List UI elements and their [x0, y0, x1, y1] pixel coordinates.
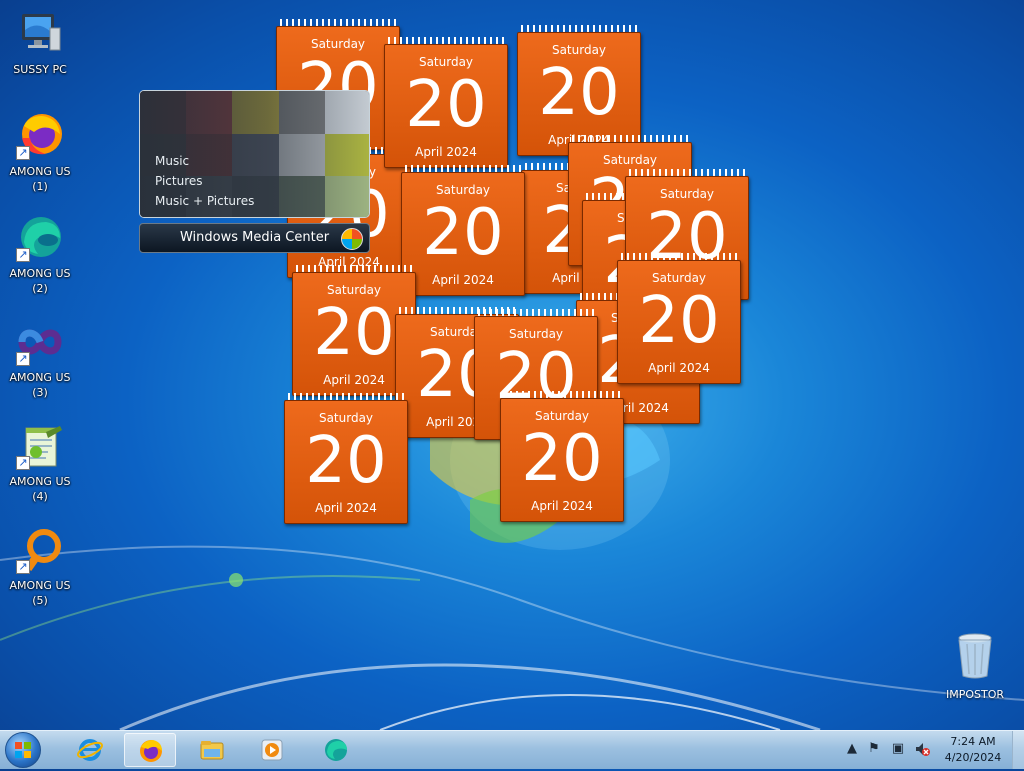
- notepad-icon: ↗: [16, 422, 64, 470]
- calendar-date: 20: [521, 422, 603, 496]
- calendar-date: 20: [538, 56, 620, 130]
- edge-icon: [325, 739, 347, 761]
- calendar-date: 20: [305, 424, 387, 498]
- desktop-icon-label: AMONG US (4): [9, 475, 71, 503]
- desktop-icon-label: SUSSY PC: [13, 63, 67, 76]
- taskbar: ▲ ⚑ ▣ 7:24 AM 4/20/2024: [0, 730, 1024, 769]
- desktop-icon-among-us-4[interactable]: ↗ AMONG US (4): [2, 422, 78, 504]
- firefox-icon: [140, 740, 162, 762]
- show-desktop-button[interactable]: [1012, 731, 1024, 769]
- desktop-icon-label: AMONG US (2): [9, 267, 71, 295]
- calendar-day: Saturday: [534, 409, 590, 423]
- desktop-icon-label: AMONG US (3): [9, 371, 71, 399]
- recycle-bin-icon: [958, 633, 992, 679]
- show-hidden-icons[interactable]: ▲: [844, 741, 860, 757]
- calendar-day: Saturday: [602, 153, 658, 167]
- windows-orb-icon: [341, 228, 363, 250]
- media-center-title-bar[interactable]: Windows Media Center: [139, 223, 370, 253]
- media-center-gadget[interactable]: Music Pictures Music + Pictures Windows …: [139, 90, 370, 254]
- calendar-date: 20: [422, 196, 504, 270]
- calendar-page: Saturday20 April 2024: [284, 400, 408, 524]
- calendar-gadget[interactable]: Saturday20 April 2024: [500, 391, 624, 522]
- desktop-icon-among-us-2[interactable]: ↗ AMONG US (2): [2, 214, 78, 296]
- desktop-icon-label: AMONG US (1): [9, 165, 71, 193]
- calendar-page: Saturday20 April 2024: [401, 172, 525, 296]
- calendar-date: 20: [405, 68, 487, 142]
- calendar-date: 20: [638, 284, 720, 358]
- start-orb-icon[interactable]: [5, 732, 41, 768]
- media-center-title: Windows Media Center: [179, 230, 330, 245]
- taskbar-internet-explorer[interactable]: [64, 733, 116, 767]
- shortcut-arrow-icon: ↗: [16, 146, 30, 160]
- media-player-icon: [261, 739, 283, 761]
- desktop-icon-among-us-3[interactable]: ↗ AMONG US (3): [2, 318, 78, 400]
- network-icon[interactable]: ▣: [890, 741, 906, 757]
- clock-time: 7:24 AM: [950, 735, 996, 748]
- calendar-month: April 2024: [648, 361, 710, 375]
- firefox-icon: ↗: [16, 112, 64, 160]
- calendar-day: Saturday: [651, 271, 707, 285]
- media-center-menu: Music Pictures Music + Pictures: [155, 151, 254, 211]
- calendar-page: Saturday20 April 2024: [384, 44, 508, 168]
- internet-explorer-icon: [77, 739, 103, 761]
- calendar-month: April 2024: [531, 499, 593, 513]
- visual-studio-icon: ↗: [16, 318, 64, 366]
- action-center-flag-icon[interactable]: ⚑: [866, 741, 882, 757]
- desktop-icon-label: AMONG US (5): [9, 579, 71, 607]
- shortcut-arrow-icon: ↗: [16, 560, 30, 574]
- calendar-day: Saturday: [659, 187, 715, 201]
- taskbar-firefox[interactable]: [124, 733, 176, 767]
- calendar-day: Saturday: [435, 183, 491, 197]
- desktop-icon-sussy-pc[interactable]: SUSSY PC: [2, 10, 78, 77]
- calendar-day: Saturday: [418, 55, 474, 69]
- calendar-page: Saturday20 April 2024: [617, 260, 741, 384]
- clock-date: 4/20/2024: [944, 751, 1002, 764]
- media-menu-music-pictures[interactable]: Music + Pictures: [155, 191, 254, 211]
- calendar-day: Saturday: [310, 37, 366, 51]
- calendar-day: Saturday: [318, 411, 374, 425]
- ring-app-icon: ↗: [16, 526, 64, 574]
- desktop-icon-among-us-1[interactable]: ↗ AMONG US (1): [2, 112, 78, 194]
- calendar-day: Saturday: [326, 283, 382, 297]
- shortcut-arrow-icon: ↗: [16, 352, 30, 366]
- calendar-day: Saturday: [508, 327, 564, 341]
- media-menu-pictures[interactable]: Pictures: [155, 171, 254, 191]
- taskbar-file-explorer[interactable]: [186, 733, 238, 767]
- taskbar-edge[interactable]: [310, 733, 362, 767]
- calendar-gadget[interactable]: Saturday20 April 2024: [284, 393, 408, 524]
- desktop-icon-impostor[interactable]: IMPOSTOR: [940, 632, 1010, 701]
- calendar-month: April 2024: [415, 145, 477, 159]
- calendar-gadget[interactable]: Saturday20 April 2024: [401, 165, 525, 296]
- computer-icon: [16, 10, 64, 58]
- taskbar-clock[interactable]: 7:24 AM 4/20/2024: [940, 734, 1006, 766]
- file-explorer-icon: [200, 741, 224, 760]
- shortcut-arrow-icon: ↗: [16, 456, 30, 470]
- calendar-gadget[interactable]: Saturday20 April 2024: [384, 37, 508, 168]
- edge-icon: ↗: [16, 214, 64, 262]
- calendar-month: April 2024: [315, 501, 377, 515]
- calendar-gadget[interactable]: Saturday20 April 2024: [617, 253, 741, 384]
- calendar-day: Saturday: [551, 43, 607, 57]
- calendar-month: April 2024: [432, 273, 494, 287]
- desktop-icon-among-us-5[interactable]: ↗ AMONG US (5): [2, 526, 78, 608]
- shortcut-arrow-icon: ↗: [16, 248, 30, 262]
- taskbar-media-player[interactable]: [246, 733, 298, 767]
- media-menu-music[interactable]: Music: [155, 151, 254, 171]
- calendar-page: Saturday20 April 2024: [500, 398, 624, 522]
- volume-muted-icon[interactable]: [914, 741, 930, 757]
- media-center-panel: Music Pictures Music + Pictures: [139, 90, 370, 218]
- desktop-icon-label: IMPOSTOR: [945, 688, 1005, 701]
